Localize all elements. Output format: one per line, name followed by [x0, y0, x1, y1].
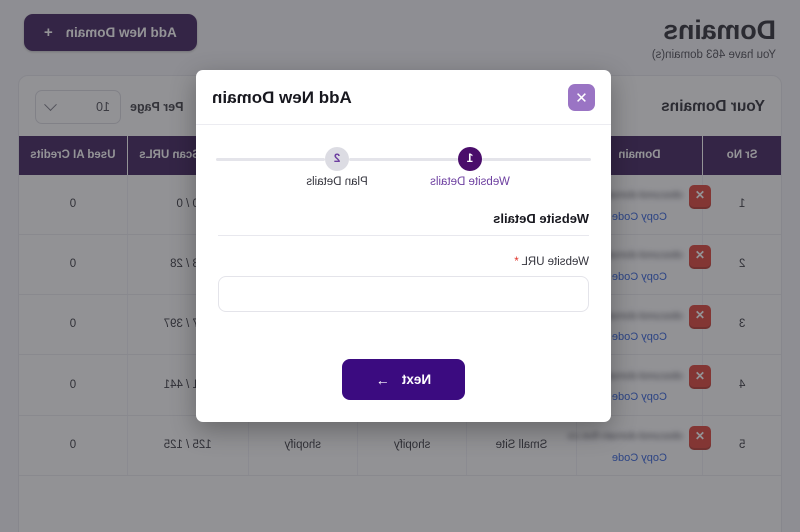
step-node-2[interactable]: 2 Plan Details — [306, 147, 368, 188]
modal-stepper: 1 Website Details 2 Plan Details — [196, 125, 611, 188]
step-line-middle — [349, 157, 458, 161]
step-track: 1 Website Details 2 Plan Details — [216, 147, 591, 188]
step-2-label: Plan Details — [306, 176, 368, 188]
modal-footer: Next → — [196, 341, 611, 422]
domains-page: Domains You have 463 domain(s) Add New D… — [0, 0, 800, 532]
modal-body: Website Details Website URL * — [196, 177, 611, 341]
step-1-circle: 1 — [458, 147, 482, 171]
step-2-circle: 2 — [325, 147, 349, 171]
close-x-icon[interactable]: ✕ — [568, 84, 595, 111]
mirrored-screen: Domains You have 463 domain(s) Add New D… — [0, 0, 800, 532]
step-1-label: Website Details — [430, 176, 510, 188]
next-button-label: Next — [401, 372, 432, 387]
add-new-domain-modal: ✕ Add New Domain 1 Website Details 2 Pla… — [196, 70, 611, 422]
required-asterisk: * — [514, 256, 519, 268]
arrow-right-icon: → — [375, 371, 390, 388]
website-url-label-text: Website URL — [521, 256, 589, 268]
website-url-label: Website URL * — [218, 256, 589, 268]
section-heading-website-details: Website Details — [493, 211, 589, 226]
modal-title: Add New Domain — [212, 87, 352, 107]
step-line-right — [216, 157, 325, 161]
website-url-input[interactable] — [218, 276, 589, 312]
section-divider — [218, 235, 589, 236]
step-line-left — [482, 157, 591, 161]
step-node-1[interactable]: 1 Website Details — [430, 147, 510, 188]
next-button[interactable]: Next → — [341, 359, 466, 400]
modal-header: ✕ Add New Domain — [196, 70, 611, 125]
